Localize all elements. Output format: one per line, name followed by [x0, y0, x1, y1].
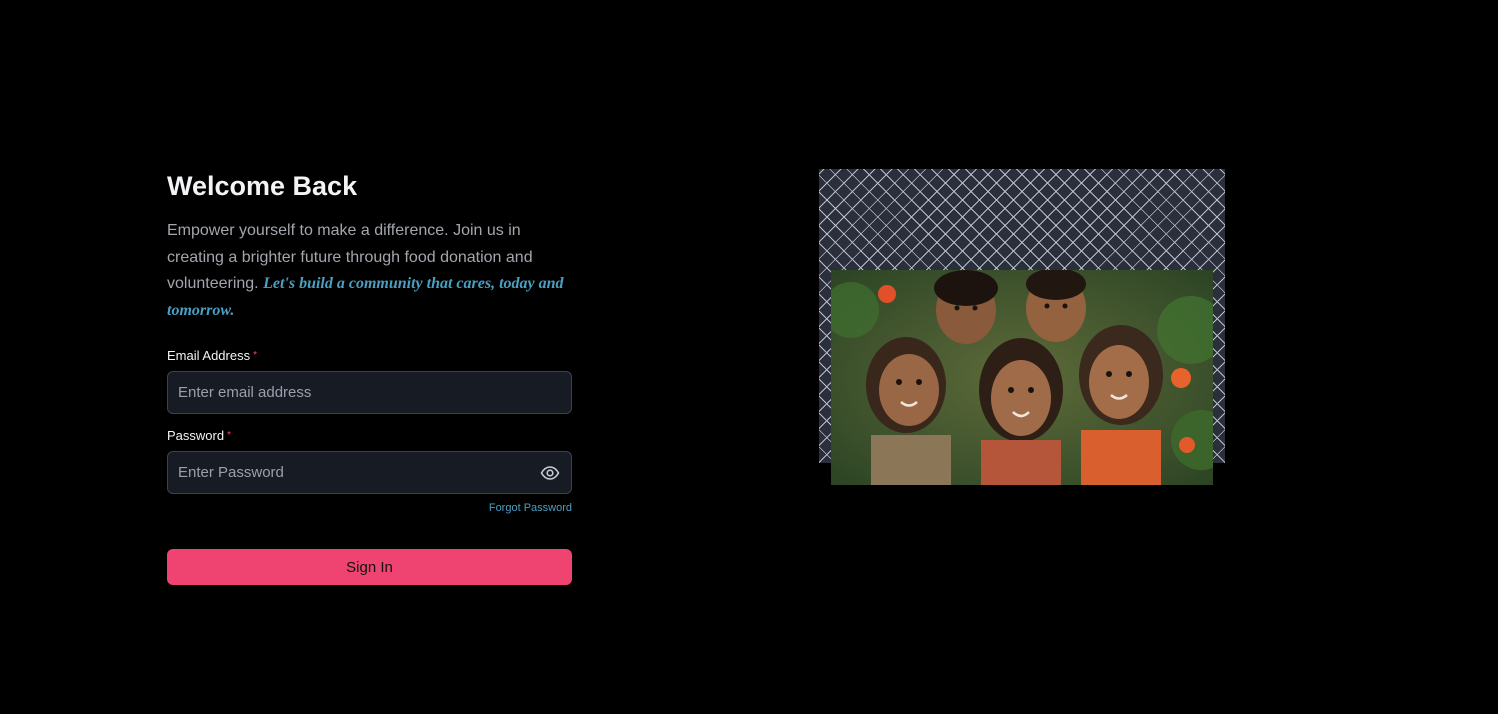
- forgot-password-row: Forgot Password: [167, 498, 572, 514]
- email-field[interactable]: [168, 372, 571, 414]
- email-field-wrapper: [167, 371, 572, 415]
- page-title: Welcome Back: [167, 171, 358, 201]
- required-marker: *: [227, 430, 231, 442]
- password-label-text: Password: [167, 428, 225, 444]
- children-photo-art: [831, 270, 1213, 485]
- password-label: Password *: [167, 428, 572, 444]
- eye-icon[interactable]: [540, 464, 560, 482]
- login-form: Welcome Back Empower yourself to make a …: [167, 168, 572, 586]
- login-page: Welcome Back Empower yourself to make a …: [0, 0, 1498, 714]
- password-field[interactable]: [168, 452, 571, 494]
- required-marker: *: [253, 350, 257, 362]
- email-label: Email Address *: [167, 348, 572, 364]
- eye-icon-svg: [540, 466, 560, 481]
- sign-in-button[interactable]: Sign In: [167, 549, 572, 586]
- intro-paragraph: Empower yourself to make a difference. J…: [167, 218, 572, 324]
- children-photo: [831, 270, 1213, 485]
- hero-illustration: [819, 169, 1225, 485]
- password-field-wrapper: [167, 451, 572, 495]
- forgot-password-link[interactable]: Forgot Password: [489, 502, 572, 514]
- email-label-text: Email Address: [167, 348, 251, 364]
